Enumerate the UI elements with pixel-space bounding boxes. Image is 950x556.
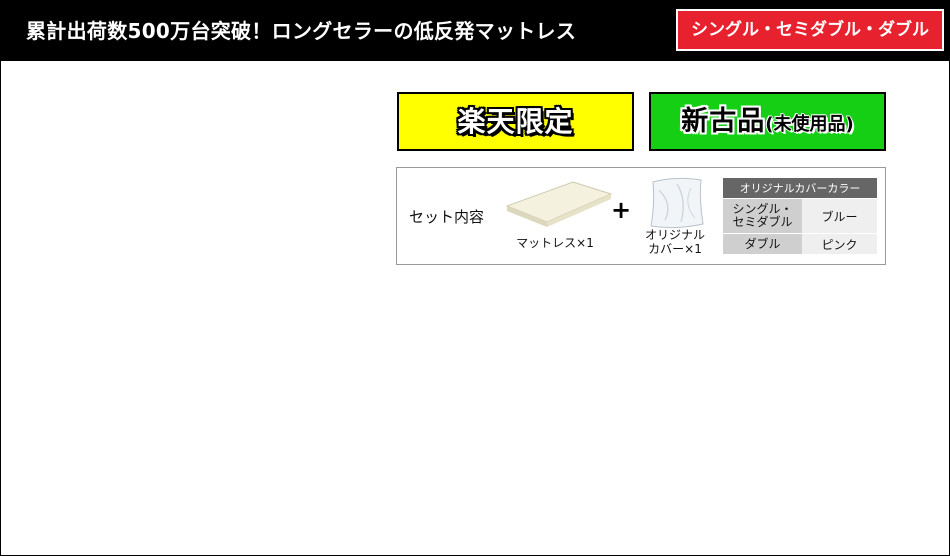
plus-sign: + — [611, 196, 632, 224]
size-line: セミダブル — [732, 215, 793, 229]
size-cell: シングル・ セミダブル — [723, 198, 802, 234]
product-image-frame: 累計出荷数500万台突破！ロングセラーの低反発マットレス シングル・セミダブル・… — [0, 0, 950, 556]
table-row: シングル・ セミダブル ブルー — [723, 198, 877, 234]
new-item-sub-text: (未使用品) — [765, 114, 854, 135]
cover-caption-line1: オリジナル — [644, 228, 705, 242]
color-cell: ブルー — [802, 198, 877, 234]
cover-color-table: オリジナルカバーカラー シングル・ セミダブル ブルー ダブル ピンク — [723, 178, 877, 254]
rakuten-limited-label: 楽天限定 — [397, 92, 634, 151]
new-unused-label: 新古品(未使用品) — [649, 92, 886, 151]
size-cell: ダブル — [723, 233, 802, 254]
new-item-main-text: 新古品 — [681, 106, 766, 137]
top-banner: 累計出荷数500万台突破！ロングセラーの低反発マットレス シングル・セミダブル・… — [1, 1, 949, 61]
size-badge: シングル・セミダブル・ダブル — [676, 9, 944, 51]
cover-caption: オリジナル カバー×1 — [633, 228, 717, 256]
color-cell: ピンク — [802, 233, 877, 254]
set-contents-panel: セット内容 マットレス×1 + オリジナル カバー×1 オリジナルカバーカラー — [396, 167, 886, 265]
banner-title: 累計出荷数500万台突破！ロングセラーの低反発マットレス — [26, 19, 577, 43]
cover-image — [650, 177, 704, 229]
set-contents-label: セット内容 — [409, 208, 485, 226]
table-row: ダブル ピンク — [723, 233, 877, 254]
cover-caption-line2: カバー×1 — [648, 242, 702, 256]
mattress-caption: マットレス×1 — [516, 236, 594, 250]
cover-color-header: オリジナルカバーカラー — [723, 178, 877, 199]
mattress-image — [505, 181, 613, 227]
